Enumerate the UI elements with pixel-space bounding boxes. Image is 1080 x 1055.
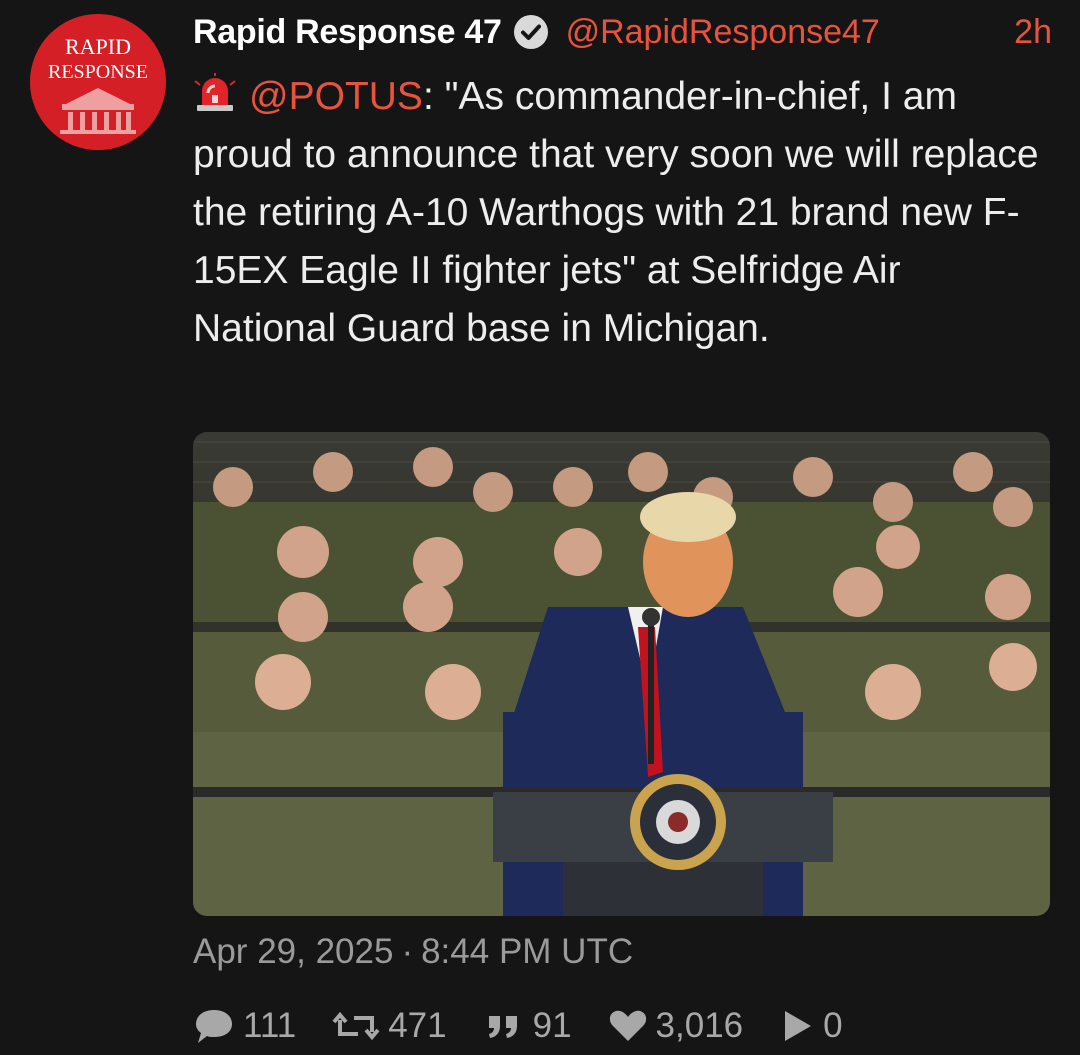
reply-button[interactable]: 111 [193, 1006, 296, 1046]
quote-button[interactable]: 91 [483, 1006, 572, 1046]
speech-bubble-icon [196, 1010, 232, 1043]
views-count: 0 [823, 1006, 843, 1045]
avatar-text-line1: RAPID [65, 34, 131, 59]
like-count: 3,016 [655, 1006, 744, 1045]
event-photo [193, 432, 1050, 916]
post-text: @POTUS: "As commander-in-chief, I am pro… [193, 68, 1053, 358]
verified-check-icon [510, 11, 552, 53]
avatar-text-line2: RESPONSE [48, 61, 148, 83]
quote-marks-icon [488, 1016, 517, 1038]
play-icon [785, 1011, 812, 1041]
like-button[interactable]: 3,016 [608, 1006, 744, 1046]
timestamp-separator: · [401, 932, 414, 971]
potus-mention-link[interactable]: @POTUS [249, 75, 423, 118]
display-name[interactable]: Rapid Response 47 [193, 13, 502, 52]
views-button[interactable]: 0 [779, 1006, 843, 1046]
repost-arrows-icon [332, 1011, 380, 1041]
action-bar: 111 471 91 3,016 0 [193, 1000, 879, 1052]
reply-count: 111 [243, 1006, 297, 1045]
relative-time: 2h [1014, 12, 1052, 51]
post-time: 8:44 PM UTC [421, 932, 634, 971]
repost-count: 471 [388, 1006, 447, 1045]
post-header: Rapid Response 47 @RapidResponse47 2h [193, 8, 1052, 56]
rapid-response-logo: RAPID RESPONSE [30, 14, 166, 150]
post-timestamp[interactable]: Apr 29, 2025 · 8:44 PM UTC [193, 932, 633, 972]
quote-count: 91 [532, 1006, 572, 1045]
avatar[interactable]: RAPID RESPONSE [30, 14, 166, 150]
author-handle[interactable]: @RapidResponse47 [566, 13, 880, 52]
post-date: Apr 29, 2025 [193, 932, 394, 971]
repost-button[interactable]: 471 [332, 1006, 447, 1046]
rotating-light-icon [193, 72, 237, 112]
heart-icon [609, 1010, 646, 1041]
post-media-image[interactable] [193, 432, 1050, 916]
